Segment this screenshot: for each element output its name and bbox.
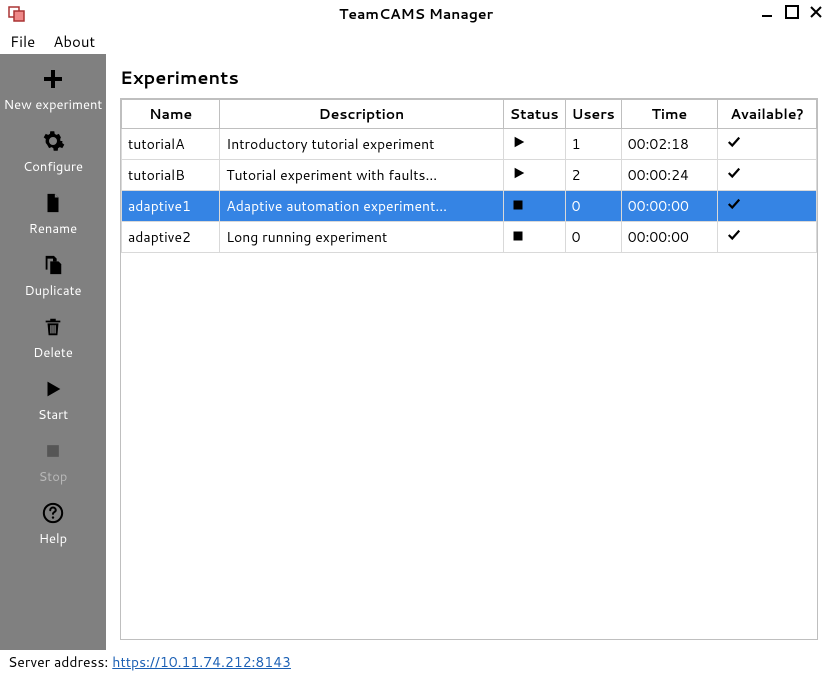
sidebar-item-rename[interactable]: Rename [0, 184, 106, 246]
play-icon [512, 135, 526, 149]
sidebar: New experiment Configure Rename Duplicat… [0, 54, 106, 650]
col-status[interactable]: Status [503, 100, 565, 129]
statusbar: Server address: https://10.11.74.212:814… [0, 650, 832, 674]
check-icon [726, 166, 742, 180]
sidebar-item-stop: Stop [0, 432, 106, 494]
col-time[interactable]: Time [621, 100, 717, 129]
sidebar-item-help[interactable]: Help [0, 494, 106, 556]
cell-users: 0 [565, 191, 621, 222]
col-name[interactable]: Name [122, 100, 220, 129]
body: New experiment Configure Rename Duplicat… [0, 54, 832, 650]
cell-time: 00:02:18 [621, 129, 717, 160]
cell-status [503, 222, 565, 253]
sidebar-item-label: Start [38, 406, 68, 424]
menu-about[interactable]: About [53, 31, 95, 52]
cell-time: 00:00:00 [621, 191, 717, 222]
cell-users: 2 [565, 160, 621, 191]
cell-name: tutorialB [122, 160, 220, 191]
titlebar: TeamCAMS Manager [0, 0, 832, 28]
stop-icon [512, 199, 524, 211]
check-icon [726, 228, 742, 242]
app-icon [8, 5, 26, 23]
cell-status [503, 160, 565, 191]
main: Experiments Name Description Status User… [106, 54, 832, 650]
file-icon [40, 190, 66, 216]
menubar: File About [0, 28, 832, 54]
page-title: Experiments [120, 64, 818, 90]
table-row[interactable]: adaptive2Long running experiment 000:00:0… [122, 222, 817, 253]
sidebar-item-start[interactable]: Start [0, 370, 106, 432]
play-icon [40, 376, 66, 402]
cell-available [717, 191, 816, 222]
cell-description: Long running experiment [220, 222, 503, 253]
col-users[interactable]: Users [565, 100, 621, 129]
col-available[interactable]: Available? [717, 100, 816, 129]
cell-description: Adaptive automation experiment… [220, 191, 503, 222]
window-title: TeamCAMS Manager [0, 4, 832, 24]
copy-icon [40, 252, 66, 278]
sidebar-item-label: New experiment [4, 96, 103, 114]
table-row[interactable]: adaptive1Adaptive automation experiment…… [122, 191, 817, 222]
minimize-button[interactable] [760, 4, 776, 25]
cell-users: 0 [565, 222, 621, 253]
cell-name: tutorialA [122, 129, 220, 160]
table-row[interactable]: tutorialBTutorial experiment with faults… [122, 160, 817, 191]
stop-icon [512, 230, 524, 242]
close-button[interactable] [808, 4, 824, 25]
trash-icon [40, 314, 66, 340]
cell-available [717, 160, 816, 191]
gear-icon [40, 128, 66, 154]
sidebar-item-label: Delete [33, 344, 73, 362]
experiments-table-wrap: Name Description Status Users Time Avail… [120, 98, 818, 640]
plus-icon [40, 66, 66, 92]
cell-name: adaptive2 [122, 222, 220, 253]
sidebar-item-label: Configure [23, 158, 83, 176]
cell-users: 1 [565, 129, 621, 160]
sidebar-item-configure[interactable]: Configure [0, 122, 106, 184]
sidebar-item-delete[interactable]: Delete [0, 308, 106, 370]
cell-status [503, 191, 565, 222]
window-controls [760, 4, 824, 25]
cell-name: adaptive1 [122, 191, 220, 222]
cell-description: Introductory tutorial experiment [220, 129, 503, 160]
server-address-label: Server address: [8, 652, 108, 672]
stop-icon [40, 438, 66, 464]
sidebar-item-label: Rename [29, 220, 77, 238]
sidebar-item-new-experiment[interactable]: New experiment [0, 60, 106, 122]
sidebar-item-label: Stop [39, 468, 68, 486]
sidebar-item-label: Help [39, 530, 67, 548]
play-icon [512, 166, 526, 180]
cell-time: 00:00:24 [621, 160, 717, 191]
menu-file[interactable]: File [10, 31, 35, 52]
cell-available [717, 129, 816, 160]
cell-description: Tutorial experiment with faults… [220, 160, 503, 191]
cell-available [717, 222, 816, 253]
col-description[interactable]: Description [220, 100, 503, 129]
experiments-table: Name Description Status Users Time Avail… [121, 99, 817, 253]
table-row[interactable]: tutorialAIntroductory tutorial experimen… [122, 129, 817, 160]
server-address-link[interactable]: https://10.11.74.212:8143 [112, 652, 291, 672]
table-header-row: Name Description Status Users Time Avail… [122, 100, 817, 129]
help-icon [40, 500, 66, 526]
maximize-button[interactable] [784, 4, 800, 25]
sidebar-item-label: Duplicate [24, 282, 81, 300]
cell-time: 00:00:00 [621, 222, 717, 253]
check-icon [726, 197, 742, 211]
sidebar-item-duplicate[interactable]: Duplicate [0, 246, 106, 308]
cell-status [503, 129, 565, 160]
check-icon [726, 135, 742, 149]
